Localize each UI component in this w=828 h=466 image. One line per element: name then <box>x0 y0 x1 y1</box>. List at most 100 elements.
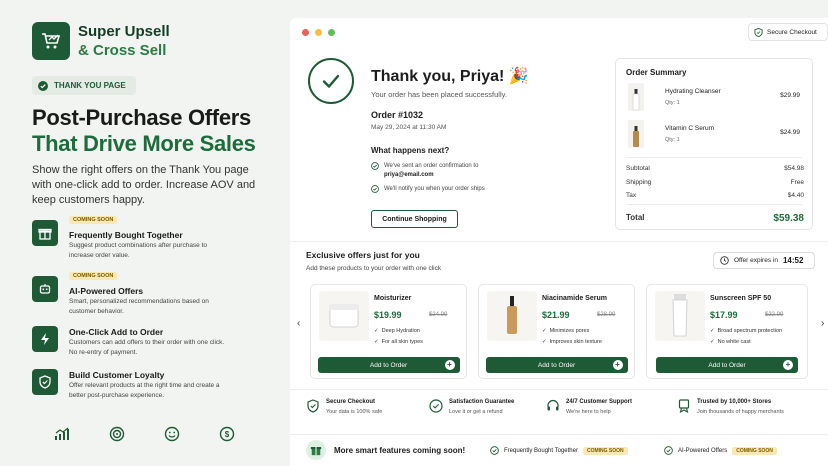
feature-text: For all skin types <box>381 339 423 345</box>
carousel-prev-icon[interactable]: ‹ <box>297 318 300 329</box>
product-name: Moisturizer <box>374 295 412 302</box>
next-steps-title: What happens next? <box>371 146 450 155</box>
cart-trend-icon <box>42 33 61 49</box>
next-step-text: We've sent an order confirmation to <box>384 163 479 169</box>
add-to-order-button[interactable]: Add to Order + <box>656 357 798 373</box>
coming-soon-badge: COMING SOON <box>732 446 777 455</box>
feature-loyalty: Build Customer Loyalty Offer relevant pr… <box>32 369 272 419</box>
trust-desc: Love it or get a refund <box>449 409 503 415</box>
plus-icon: + <box>783 360 793 370</box>
product-feature: ✓ Deep Hydration <box>374 328 420 334</box>
hero-title: Post-Purchase Offers <box>32 105 251 130</box>
continue-shopping-button[interactable]: Continue Shopping <box>371 210 458 228</box>
headset-icon <box>547 399 559 411</box>
strip-title: More smart features coming soon! <box>334 446 466 455</box>
strip-item-label: AI-Powered Offers <box>678 447 728 454</box>
carousel-next-icon[interactable]: › <box>821 318 824 329</box>
offer-card: Niacinamide Serum $21.99 $28.99 ✓ Minimiz… <box>478 284 635 379</box>
trust-title: Satisfaction Guarantee <box>449 399 515 405</box>
lightning-icon <box>32 326 58 352</box>
feature-title: Build Customer Loyalty <box>69 370 165 380</box>
shipping-value: Free <box>790 179 804 186</box>
offer-card: Moisturizer $19.99 $24.99 ✓ Deep Hydratio… <box>310 284 467 379</box>
product-image <box>655 291 705 341</box>
add-to-order-label: Add to Order <box>369 361 408 369</box>
feature-text: Minimizes pores <box>549 328 590 334</box>
summary-item-name: Hydrating Cleanser <box>665 88 721 95</box>
coming-soon-badge: COMING SOON <box>69 272 118 280</box>
product-price: $19.99 <box>374 310 402 320</box>
hero-title-accent: That Drive More Sales <box>32 131 256 156</box>
trust-title: 24/7 Customer Support <box>566 399 633 405</box>
product-thumbnail <box>628 83 644 111</box>
feature-desc: Suggest product combinations after purch… <box>69 242 208 259</box>
order-summary-title: Order Summary <box>626 68 687 77</box>
trust-desc: We're here to help <box>566 409 611 415</box>
order-summary: Order Summary Hydrating Cleanser Qty: 1 … <box>615 58 813 230</box>
shipping-label: Shipping <box>626 179 652 186</box>
summary-item-qty: Qty: 1 <box>665 137 680 143</box>
secure-checkout-badge: Secure Checkout <box>748 23 828 41</box>
smile-icon <box>162 424 182 444</box>
subtotal-label: Subtotal <box>626 165 650 172</box>
brand-name: Super Upsell <box>78 23 170 40</box>
add-to-order-label: Add to Order <box>537 361 576 369</box>
check-icon: ✓ <box>710 339 715 345</box>
secure-checkout-label: Secure Checkout <box>767 28 817 36</box>
feature-title: One-Click Add to Order <box>69 327 164 337</box>
add-to-order-button[interactable]: Add to Order + <box>485 357 628 373</box>
total-label: Total <box>626 213 645 222</box>
feature-ai-offers: COMING SOON AI-Powered Offers Smart, per… <box>32 272 272 322</box>
clock-icon <box>720 256 729 265</box>
next-step-shipping: We'll notify you when your order ships <box>371 185 485 194</box>
check-circle-icon <box>38 80 48 91</box>
shield-check-icon <box>754 27 763 37</box>
check-icon: ✓ <box>542 328 547 334</box>
add-to-order-label: Add to Order <box>708 361 746 369</box>
gift-icon <box>32 220 58 246</box>
add-to-order-button[interactable]: Add to Order + <box>317 357 460 373</box>
product-price: $21.99 <box>542 310 570 320</box>
plus-icon: + <box>612 360 623 370</box>
trust-desc: Your data is 100% safe <box>326 409 383 415</box>
check-circle-icon <box>429 399 443 413</box>
check-circle-icon <box>371 185 379 193</box>
check-circle-icon <box>664 446 673 455</box>
summary-item-price: $29.99 <box>780 92 800 99</box>
product-feature: ✓ No white cast <box>710 339 751 345</box>
gift-icon <box>306 440 326 460</box>
product-old-price: $22.99 <box>765 312 784 318</box>
total-row: Total $59.38 <box>626 213 804 224</box>
window-close-dot[interactable] <box>302 29 309 36</box>
tax-label: Tax <box>626 192 637 199</box>
window-maximize-dot[interactable] <box>328 29 335 36</box>
trust-support: 24/7 Customer Support We're here to help <box>546 399 632 415</box>
trust-title: Secure Checkout <box>326 399 376 405</box>
strip-item-fbt: Frequently Bought Together COMING SOON <box>490 446 628 455</box>
total-value: $59.38 <box>773 213 804 224</box>
thank-you-pill: THANK YOU PAGE <box>32 76 136 95</box>
feature-text: Improves skin texture <box>549 339 602 345</box>
product-feature: ✓ Improves skin texture <box>542 339 602 345</box>
badge-icon <box>678 399 690 413</box>
timer-label: Offer expires in <box>734 257 778 264</box>
target-icon <box>107 424 127 444</box>
summary-item-name: Vitamin C Serum <box>665 125 715 132</box>
success-check-icon <box>308 58 354 104</box>
trust-guarantee: Satisfaction Guarantee Love it or get a r… <box>429 399 514 415</box>
check-icon: ✓ <box>374 339 379 345</box>
timer-value: 14:52 <box>782 256 804 265</box>
subtotal-value: $54.98 <box>784 165 804 172</box>
feature-text: No white cast <box>717 339 751 345</box>
feature-desc: Customers can add offers to their order … <box>69 339 225 356</box>
chart-icon <box>52 424 72 444</box>
product-old-price: $28.99 <box>597 312 616 318</box>
offers-title: Exclusive offers just for you <box>306 250 420 260</box>
product-name: Sunscreen SPF 50 <box>710 295 772 302</box>
strip-item-ai: AI-Powered Offers COMING SOON <box>664 446 777 455</box>
window-minimize-dot[interactable] <box>315 29 322 36</box>
feature-title: AI-Powered Offers <box>69 286 144 296</box>
trust-secure: Secure Checkout Your data is 100% safe <box>306 399 382 415</box>
product-feature: ✓ Minimizes pores <box>542 328 589 334</box>
feature-frequently-bought: COMING SOON Frequently Bought Together S… <box>32 216 272 266</box>
